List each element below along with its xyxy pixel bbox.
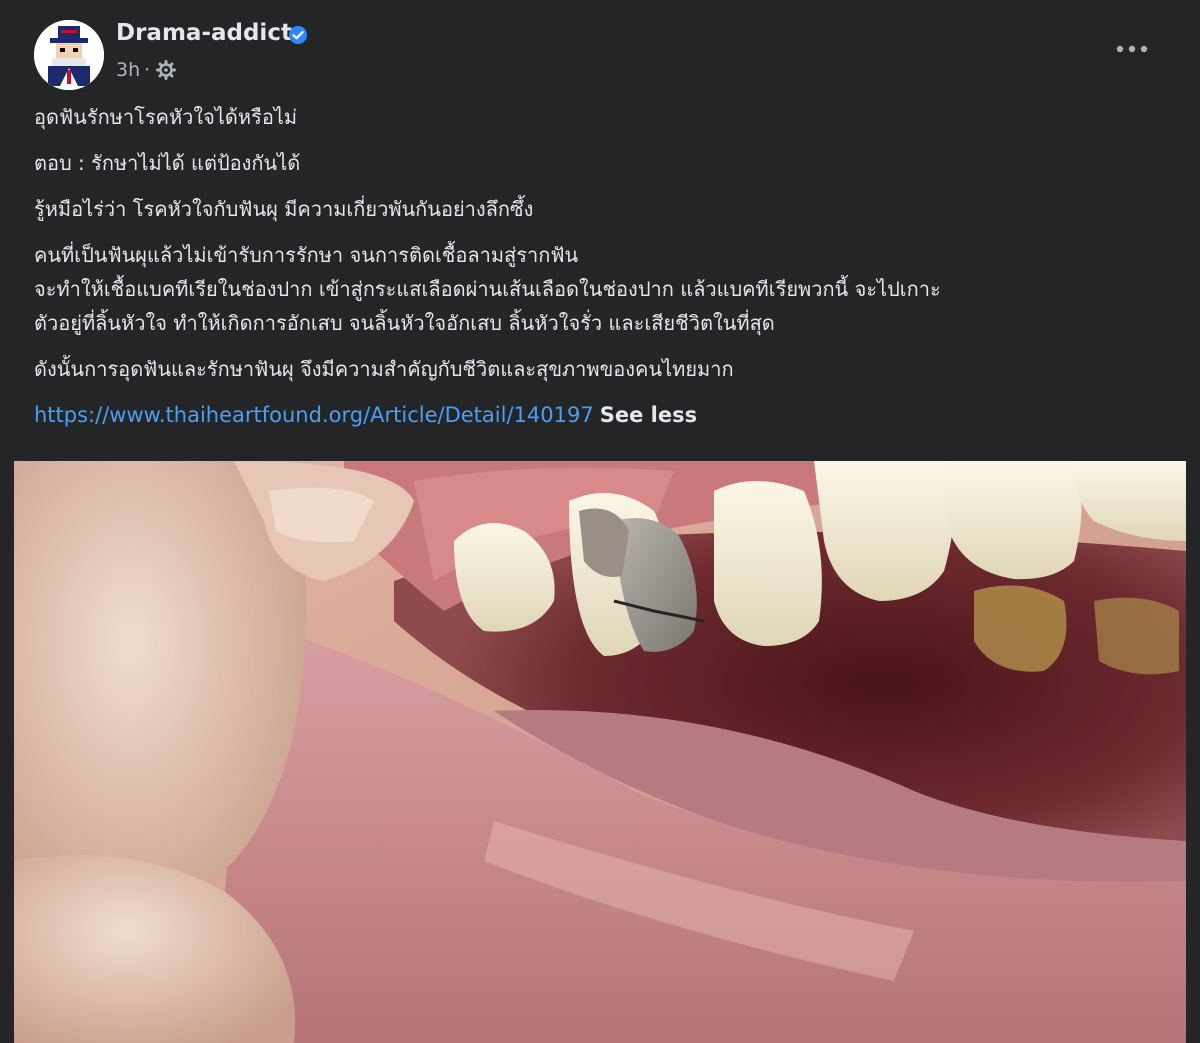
post-paragraph: อุดฟันรักษาโรคหัวใจได้หรือไม่ xyxy=(34,100,1174,134)
post-paragraph: ดังนั้นการอุดฟันและรักษาฟันผุ จึงมีความส… xyxy=(34,352,1174,386)
post-line: ตัวอยู่ที่ลิ้นหัวใจ ทำให้เกิดการอักเสบ จ… xyxy=(34,311,775,335)
post-text: อุดฟันรักษาโรคหัวใจได้หรือไม่ ตอบ : รักษ… xyxy=(34,100,1174,432)
post-line: รู้หมือไร่ว่า โรคหัวใจกับฟันผุ มีความเกี… xyxy=(34,197,534,221)
post-line: จะทำให้เชื้อแบคทีเรียในช่องปาก เข้าสู่กร… xyxy=(34,277,941,301)
post-photo[interactable] xyxy=(14,461,1186,1043)
see-less-button[interactable]: See less xyxy=(600,403,697,427)
post-meta: 3h · xyxy=(116,58,177,82)
gear-icon[interactable] xyxy=(156,60,177,80)
post-paragraph: ตอบ : รักษาไม่ได้ แต่ป้องกันได้ xyxy=(34,146,1174,180)
post-line: คนที่เป็นฟันผุแล้วไม่เข้ารับการรักษา จนก… xyxy=(34,243,579,267)
meta-separator: · xyxy=(144,59,151,81)
post-paragraph: คนที่เป็นฟันผุแล้วไม่เข้ารับการรักษา จนก… xyxy=(34,238,1174,340)
post-header: Drama-addict 3h · xyxy=(0,0,1200,100)
post-timestamp[interactable]: 3h xyxy=(116,59,140,81)
post-line: ดังนั้นการอุดฟันและรักษาฟันผุ จึงมีความส… xyxy=(34,357,734,381)
more-options-button[interactable] xyxy=(1112,34,1152,64)
article-link[interactable]: https://www.thaiheartfound.org/Article/D… xyxy=(34,403,594,427)
author-name[interactable]: Drama-addict xyxy=(116,20,292,46)
post-line: อุดฟันรักษาโรคหัวใจได้หรือไม่ xyxy=(34,105,298,129)
post-line: ตอบ : รักษาไม่ได้ แต่ป้องกันได้ xyxy=(34,151,301,175)
avatar[interactable] xyxy=(34,20,104,90)
verified-badge-icon xyxy=(289,26,307,44)
avatar-image xyxy=(34,20,104,90)
post-paragraph: รู้หมือไร่ว่า โรคหัวใจกับฟันผุ มีความเกี… xyxy=(34,192,1174,226)
ellipsis-icon xyxy=(1116,45,1148,53)
link-row: https://www.thaiheartfound.org/Article/D… xyxy=(34,398,1174,432)
dental-photo-image xyxy=(14,461,1186,1043)
